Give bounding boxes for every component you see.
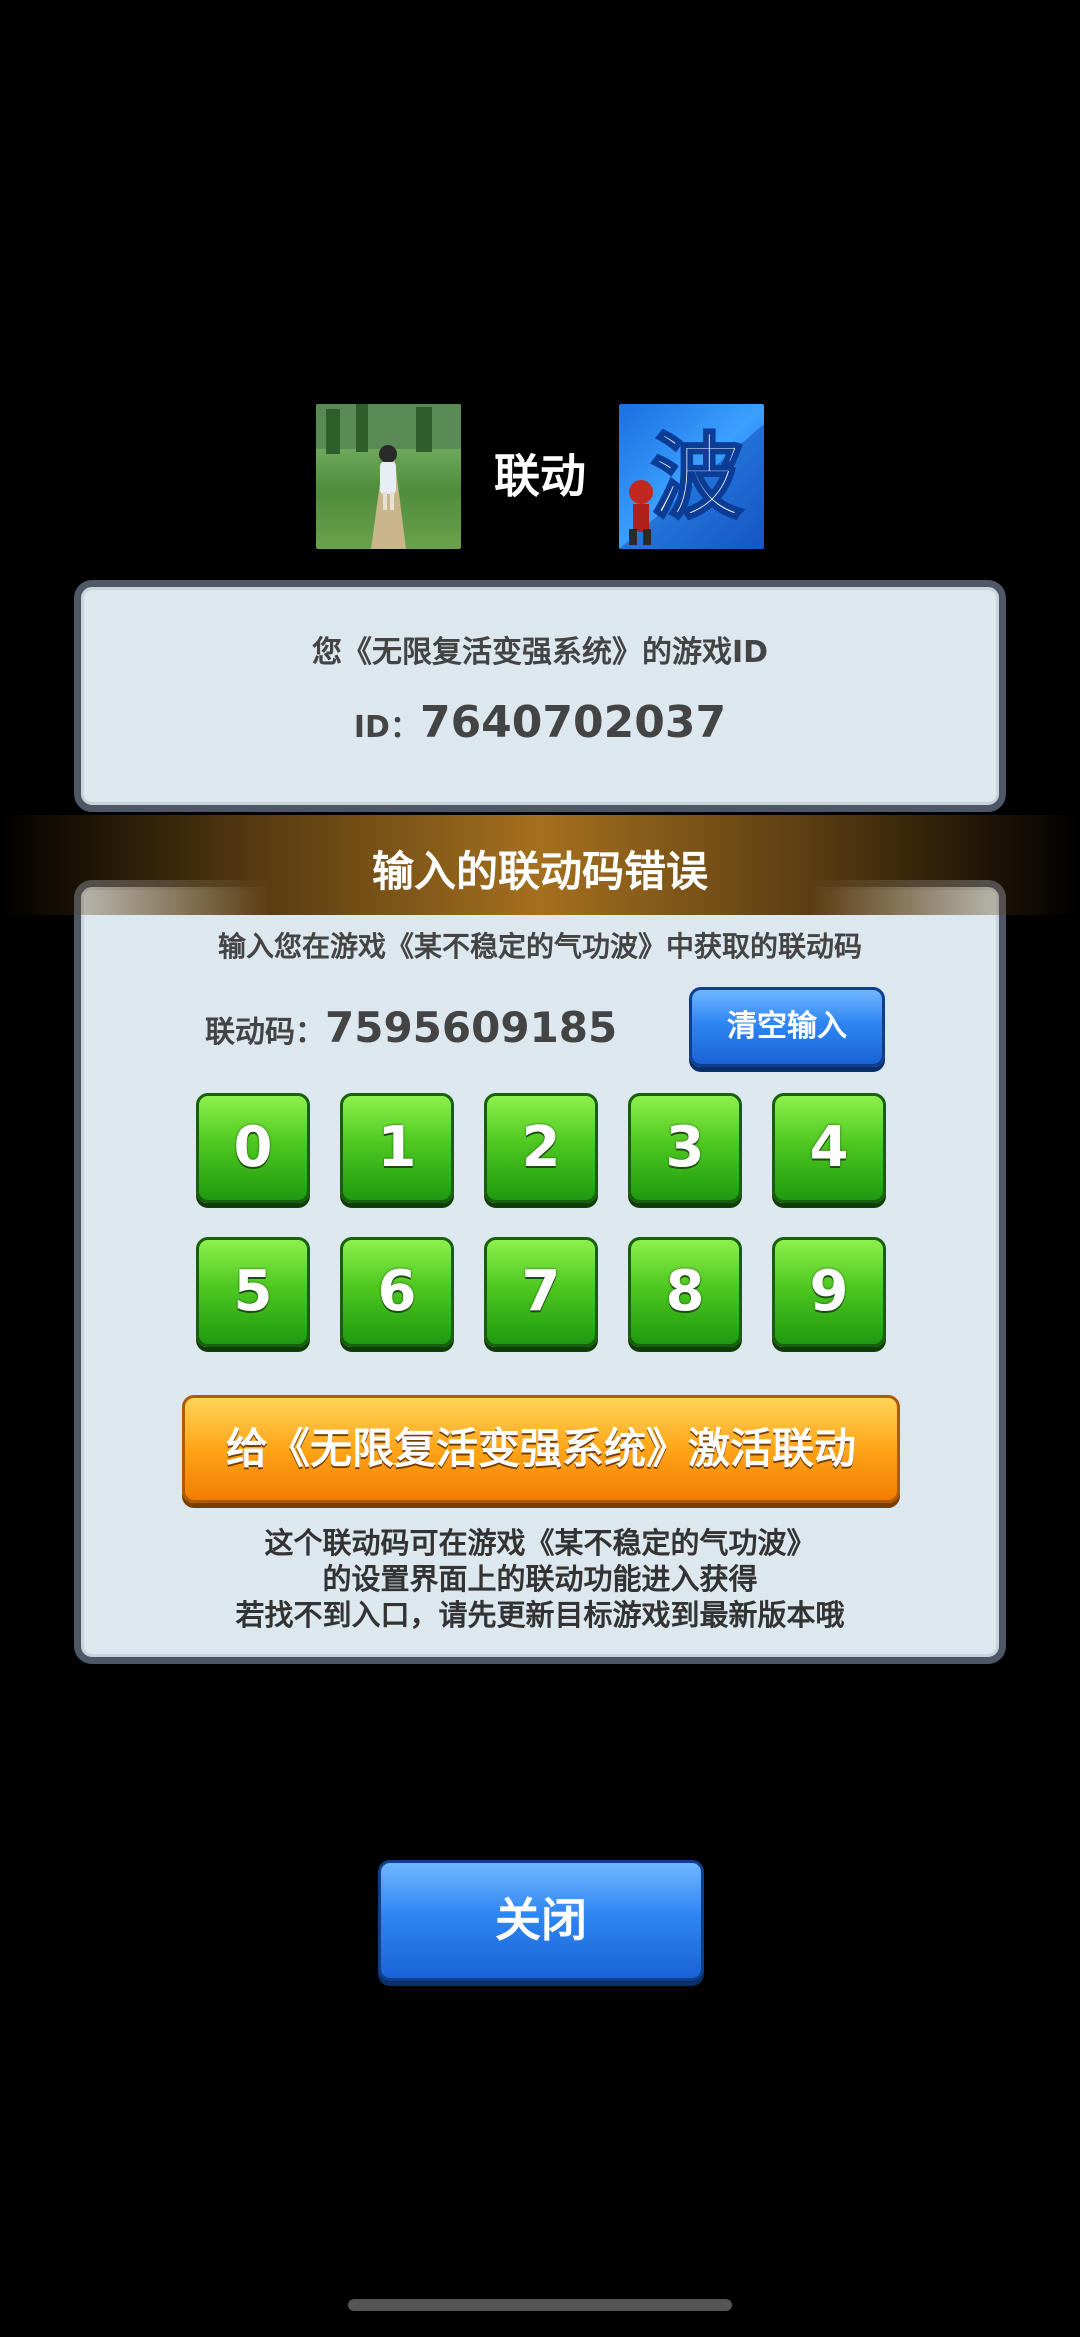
home-indicator[interactable] xyxy=(348,2299,732,2311)
digit-1-button[interactable]: 1 xyxy=(340,1093,454,1203)
digit-0-button[interactable]: 0 xyxy=(196,1093,310,1203)
digit-4-button[interactable]: 4 xyxy=(772,1093,886,1203)
digit-7-button[interactable]: 7 xyxy=(484,1237,598,1347)
svg-text:波: 波 xyxy=(651,424,743,531)
game-id-row: ID：7640702037 xyxy=(81,697,999,748)
error-message: 输入的联动码错误 xyxy=(371,847,708,896)
instruction-text: 输入您在游戏《某不稳定的气功波》中获取的联动码 xyxy=(217,930,862,963)
note-line-3: 若找不到入口，请先更新目标游戏到最新版本哦 xyxy=(235,1598,845,1632)
game-id-panel: 您《无限复活变强系统》的游戏ID ID：7640702037 xyxy=(74,580,1006,812)
link-label: 联动 xyxy=(494,449,586,503)
code-row: 联动码：7595609185 xyxy=(205,1003,617,1052)
digit-6-button[interactable]: 6 xyxy=(340,1237,454,1347)
digit-3-button[interactable]: 3 xyxy=(628,1093,742,1203)
activate-link-button[interactable]: 给《无限复活变强系统》激活联动 xyxy=(182,1395,900,1503)
digit-9-button[interactable]: 9 xyxy=(772,1237,886,1347)
left-game-icon xyxy=(316,404,461,549)
close-button[interactable]: 关闭 xyxy=(378,1860,704,1981)
game-id-title: 您《无限复活变强系统》的游戏ID xyxy=(311,635,769,670)
digit-2-button[interactable]: 2 xyxy=(484,1093,598,1203)
game-id-value: 7640702037 xyxy=(419,697,727,748)
clear-input-button[interactable]: 清空输入 xyxy=(689,987,885,1067)
code-label: 联动码： xyxy=(205,1015,325,1050)
digit-5-button[interactable]: 5 xyxy=(196,1237,310,1347)
digit-8-button[interactable]: 8 xyxy=(628,1237,742,1347)
right-game-icon: 波 xyxy=(619,404,764,549)
code-value: 7595609185 xyxy=(325,1003,618,1052)
game-id-label: ID： xyxy=(353,710,420,745)
